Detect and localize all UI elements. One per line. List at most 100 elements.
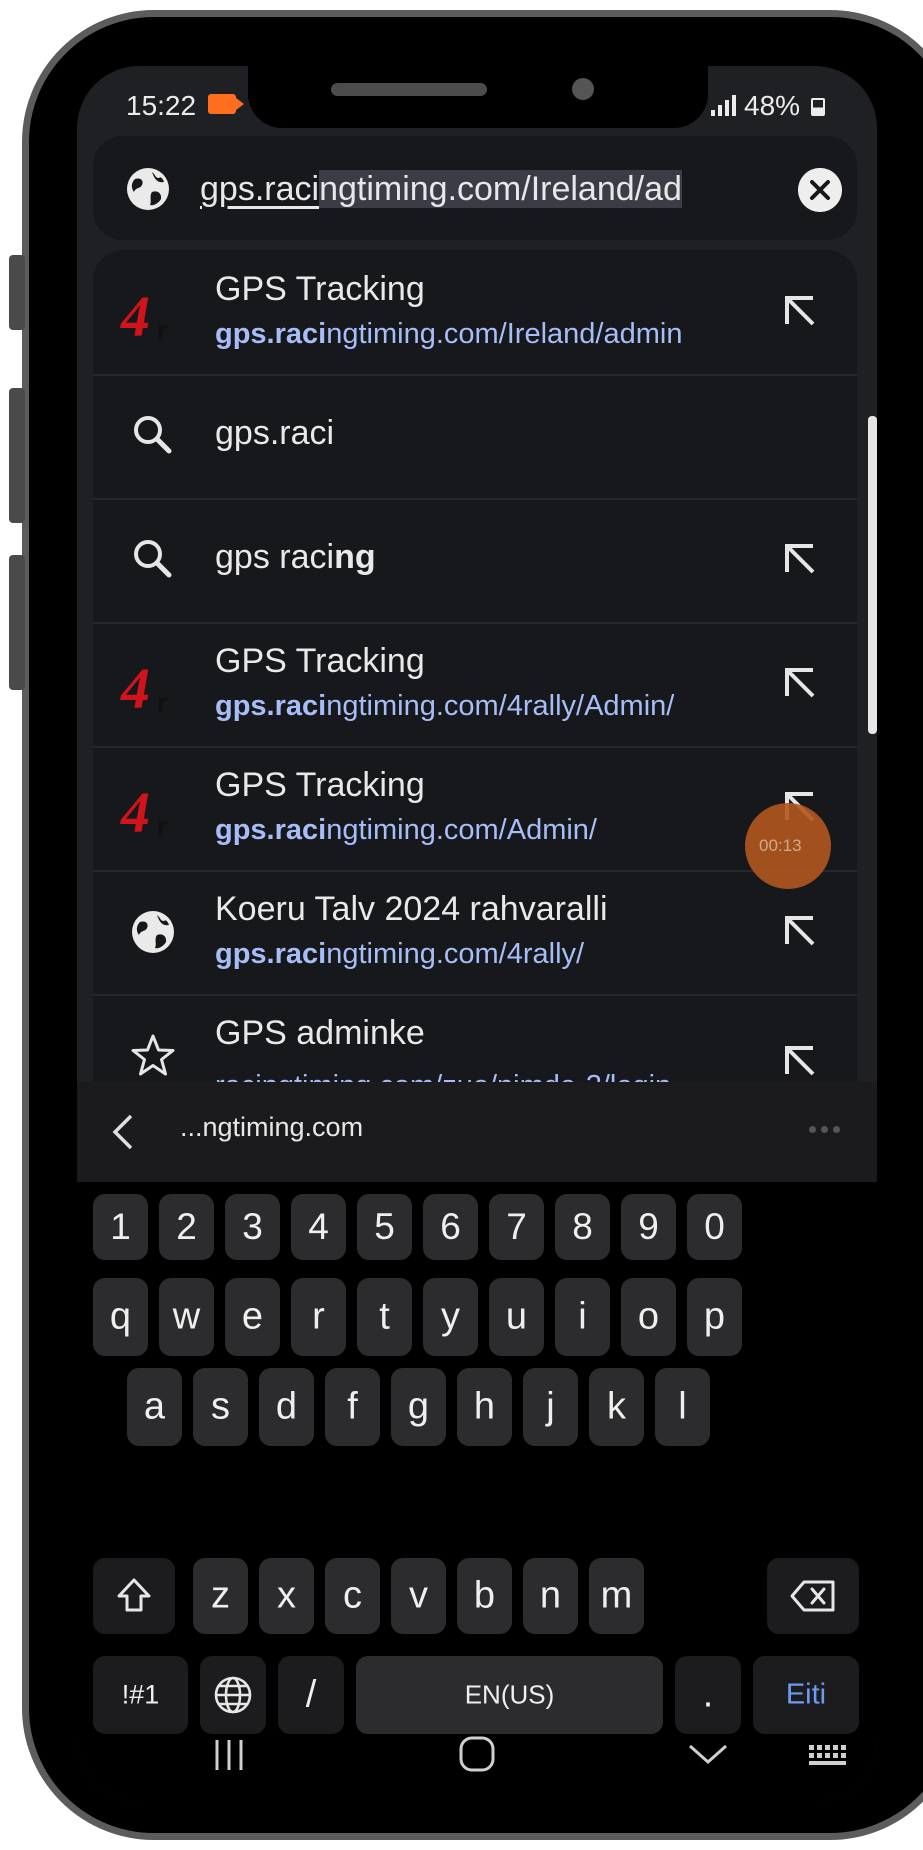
backspace-key[interactable] xyxy=(767,1558,859,1634)
battery-icon xyxy=(811,98,825,116)
letter-key-n[interactable]: n xyxy=(523,1558,578,1634)
suggestion-title: gps racing xyxy=(215,538,376,576)
letter-key-b[interactable]: b xyxy=(457,1558,512,1634)
letter-key-w[interactable]: w xyxy=(159,1278,214,1356)
number-key-0[interactable]: 0 xyxy=(687,1194,742,1260)
suggestion-url: gps.racingtiming.com/4rally/Admin/ xyxy=(215,690,675,722)
letter-key-q[interactable]: q xyxy=(93,1278,148,1356)
close-icon[interactable] xyxy=(798,168,842,212)
letter-key-o[interactable]: o xyxy=(621,1278,676,1356)
letter-key-u[interactable]: u xyxy=(489,1278,544,1356)
scrollbar[interactable] xyxy=(868,416,877,734)
letter-key-p[interactable]: p xyxy=(687,1278,742,1356)
home-icon[interactable] xyxy=(447,1730,507,1780)
globe-icon xyxy=(127,168,169,210)
recording-timer[interactable]: 00:13 xyxy=(745,803,831,889)
phone-volume-up-button xyxy=(9,388,25,523)
earpiece-speaker xyxy=(331,83,487,96)
shift-key[interactable] xyxy=(93,1558,175,1634)
svg-text:4: 4 xyxy=(120,284,150,348)
number-key-2[interactable]: 2 xyxy=(159,1194,214,1260)
keyboard-icon[interactable] xyxy=(797,1730,857,1780)
suggestion-title: GPS Tracking xyxy=(215,270,425,308)
number-key-8[interactable]: 8 xyxy=(555,1194,610,1260)
screen-record-icon xyxy=(208,94,244,114)
suggestion-item[interactable]: 4 r GPS Tracking gps.racingtiming.com/Ad… xyxy=(93,746,857,870)
keyboard-suggestion-bar: ...ngtiming.com xyxy=(77,1082,877,1182)
status-time: 15:22 xyxy=(126,90,197,121)
svg-text:r: r xyxy=(157,315,168,346)
letter-key-c[interactable]: c xyxy=(325,1558,380,1634)
url-autocomplete-selection: ngtiming.com/Ireland/ad xyxy=(319,170,682,208)
letter-key-k[interactable]: k xyxy=(589,1368,644,1446)
suggestion-title: Koeru Talv 2024 rahvaralli xyxy=(215,890,608,928)
phone-volume-down-button xyxy=(9,555,25,690)
fill-in-arrow-icon[interactable] xyxy=(779,910,821,952)
keyboard-suggestion[interactable]: ...ngtiming.com xyxy=(180,1112,363,1143)
number-key-7[interactable]: 7 xyxy=(489,1194,544,1260)
svg-text:r: r xyxy=(157,687,168,718)
letter-key-y[interactable]: y xyxy=(423,1278,478,1356)
number-key-3[interactable]: 3 xyxy=(225,1194,280,1260)
chevron-down-icon[interactable] xyxy=(678,1730,738,1780)
letter-key-g[interactable]: g xyxy=(391,1368,446,1446)
number-key-4[interactable]: 4 xyxy=(291,1194,346,1260)
suggestion-item[interactable]: gps racing xyxy=(93,498,857,622)
racingtiming-logo-icon: 4 r xyxy=(120,780,168,844)
fill-in-arrow-icon[interactable] xyxy=(779,290,821,332)
racingtiming-logo-icon: 4 r xyxy=(120,284,168,348)
letter-key-d[interactable]: d xyxy=(259,1368,314,1446)
suggestion-url: gps.racingtiming.com/4rally/ xyxy=(215,938,585,970)
suggestion-item[interactable]: 4 r GPS Tracking gps.racingtiming.com/Ir… xyxy=(93,250,857,374)
navigation-bar xyxy=(77,1712,877,1802)
letter-key-h[interactable]: h xyxy=(457,1368,512,1446)
number-key-9[interactable]: 9 xyxy=(621,1194,676,1260)
letter-key-x[interactable]: x xyxy=(259,1558,314,1634)
number-key-6[interactable]: 6 xyxy=(423,1194,478,1260)
letter-key-a[interactable]: a xyxy=(127,1368,182,1446)
svg-text:4: 4 xyxy=(120,780,150,844)
fill-in-arrow-icon[interactable] xyxy=(779,662,821,704)
url-input[interactable]: gps.racingtiming.com/Ireland/ad xyxy=(200,165,710,213)
fill-in-arrow-icon[interactable] xyxy=(779,538,821,580)
suggestion-url: gps.racingtiming.com/Admin/ xyxy=(215,814,597,846)
letter-key-j[interactable]: j xyxy=(523,1368,578,1446)
letter-key-m[interactable]: m xyxy=(589,1558,644,1634)
notch xyxy=(248,66,708,128)
chevron-left-icon[interactable] xyxy=(107,1114,143,1150)
svg-text:4: 4 xyxy=(120,656,150,720)
search-icon xyxy=(134,416,172,454)
suggestion-item[interactable]: gps.raci xyxy=(93,374,857,498)
recent-apps-icon[interactable] xyxy=(199,1730,259,1780)
phone-side-button xyxy=(9,255,25,330)
suggestion-item[interactable]: 4 r GPS Tracking gps.racingtiming.com/4r… xyxy=(93,622,857,746)
racingtiming-logo-icon: 4 r xyxy=(120,656,168,720)
letter-key-r[interactable]: r xyxy=(291,1278,346,1356)
more-icon[interactable] xyxy=(809,1126,840,1133)
front-camera xyxy=(572,78,594,100)
suggestion-title: GPS Tracking xyxy=(215,766,425,804)
keyboard: ...ngtiming.com 1234567890 qwertyuiop asdf… xyxy=(77,1082,877,1802)
suggestion-item[interactable]: Koeru Talv 2024 rahvaralli gps.racingtim… xyxy=(93,870,857,994)
letter-key-t[interactable]: t xyxy=(357,1278,412,1356)
suggestion-url: gps.racingtiming.com/Ireland/admin xyxy=(215,318,683,350)
letter-key-f[interactable]: f xyxy=(325,1368,380,1446)
number-key-1[interactable]: 1 xyxy=(93,1194,148,1260)
letter-key-e[interactable]: e xyxy=(225,1278,280,1356)
globe-icon xyxy=(214,1676,252,1714)
shift-icon xyxy=(117,1578,151,1612)
letter-key-i[interactable]: i xyxy=(555,1278,610,1356)
url-typed-text: gps.raci xyxy=(200,170,320,208)
star-icon xyxy=(131,1034,175,1076)
letter-key-s[interactable]: s xyxy=(193,1368,248,1446)
letter-key-v[interactable]: v xyxy=(391,1558,446,1634)
backspace-icon xyxy=(790,1580,835,1612)
suggestion-title: gps.raci xyxy=(215,414,335,452)
suggestion-list: 4 r GPS Tracking gps.racingtiming.com/Ir… xyxy=(93,250,857,1150)
letter-key-l[interactable]: l xyxy=(655,1368,710,1446)
search-icon xyxy=(134,540,172,578)
letter-key-z[interactable]: z xyxy=(193,1558,248,1634)
number-key-5[interactable]: 5 xyxy=(357,1194,412,1260)
fill-in-arrow-icon[interactable] xyxy=(779,1040,821,1082)
address-bar[interactable]: gps.racingtiming.com/Ireland/ad xyxy=(93,136,857,240)
